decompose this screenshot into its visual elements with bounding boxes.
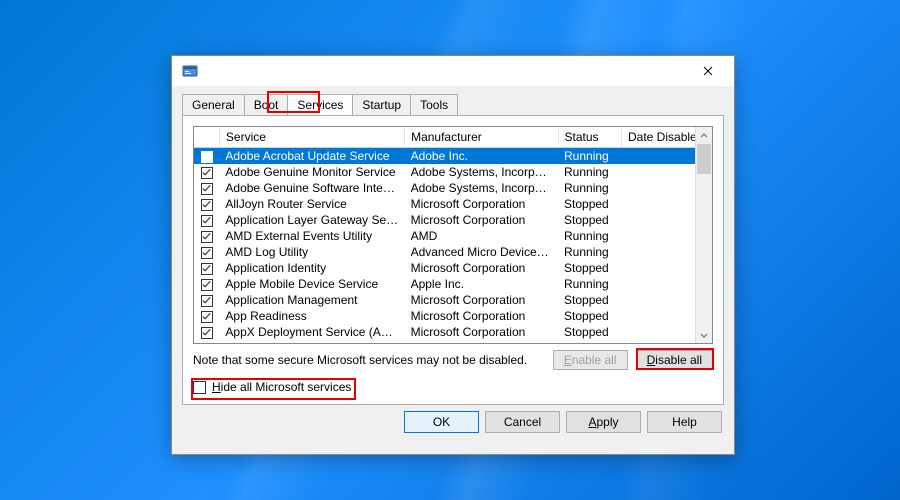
row-manufacturer: Microsoft Corporation: [405, 292, 558, 308]
row-service: Application Layer Gateway Service: [219, 212, 404, 228]
table-row[interactable]: Application ManagementMicrosoft Corporat…: [194, 292, 712, 308]
row-status: Stopped: [558, 292, 621, 308]
row-checkbox[interactable]: [201, 183, 213, 195]
row-service: AMD Log Utility: [219, 244, 404, 260]
tab-startup[interactable]: Startup: [352, 94, 411, 115]
table-row[interactable]: Adobe Genuine Software Integri...Adobe S…: [194, 180, 712, 196]
row-checkbox[interactable]: [201, 231, 213, 243]
row-service: Adobe Genuine Software Integri...: [219, 180, 404, 196]
row-checkbox[interactable]: [201, 247, 213, 259]
apply-button[interactable]: Apply: [566, 411, 641, 433]
row-checkbox[interactable]: [201, 279, 213, 291]
tab-general[interactable]: General: [182, 94, 245, 115]
table-row[interactable]: AppX Deployment Service (AppX...Microsof…: [194, 324, 712, 340]
col-service[interactable]: Service: [219, 127, 404, 148]
row-service: AppX Deployment Service (AppX...: [219, 324, 404, 340]
hide-microsoft-row: Hide all Microsoft services: [193, 380, 713, 394]
row-manufacturer: Microsoft Corporation: [405, 260, 558, 276]
table-row[interactable]: App ReadinessMicrosoft CorporationStoppe…: [194, 308, 712, 324]
row-service: Apple Mobile Device Service: [219, 276, 404, 292]
row-status: Running: [558, 228, 621, 244]
col-manufacturer[interactable]: Manufacturer: [405, 127, 558, 148]
table-row[interactable]: Application Layer Gateway ServiceMicroso…: [194, 212, 712, 228]
hide-microsoft-label[interactable]: Hide all Microsoft services: [212, 380, 351, 394]
note-row: Note that some secure Microsoft services…: [193, 350, 713, 370]
chevron-down-icon: [700, 331, 708, 339]
scroll-down-button[interactable]: [696, 326, 712, 343]
row-manufacturer: Microsoft Corporation: [405, 324, 558, 340]
cancel-button[interactable]: Cancel: [485, 411, 560, 433]
titlebar: [172, 56, 734, 86]
tab-services[interactable]: Services: [287, 94, 353, 115]
ok-button[interactable]: OK: [404, 411, 479, 433]
row-service: Application Management: [219, 292, 404, 308]
row-manufacturer: Adobe Inc.: [405, 148, 558, 165]
row-service: Application Identity: [219, 260, 404, 276]
row-status: Stopped: [558, 196, 621, 212]
row-manufacturer: Microsoft Corporation: [405, 212, 558, 228]
close-button[interactable]: [688, 58, 728, 84]
hide-microsoft-checkbox[interactable]: [193, 381, 206, 394]
services-table: Service Manufacturer Status Date Disable…: [194, 127, 712, 340]
row-checkbox[interactable]: [201, 263, 213, 275]
row-checkbox[interactable]: [201, 311, 213, 323]
row-status: Stopped: [558, 212, 621, 228]
row-service: AllJoyn Router Service: [219, 196, 404, 212]
row-manufacturer: Advanced Micro Devices, I...: [405, 244, 558, 260]
row-status: Running: [558, 164, 621, 180]
row-status: Running: [558, 148, 621, 165]
tab-tools[interactable]: Tools: [410, 94, 458, 115]
scroll-up-button[interactable]: [696, 127, 712, 144]
msconfig-dialog: General Boot Services Startup Tools Serv…: [171, 55, 735, 455]
dialog-buttons: OK Cancel Apply Help: [172, 411, 734, 443]
row-checkbox[interactable]: [201, 199, 213, 211]
table-row[interactable]: Adobe Genuine Monitor ServiceAdobe Syste…: [194, 164, 712, 180]
row-service: Adobe Genuine Monitor Service: [219, 164, 404, 180]
row-status: Stopped: [558, 260, 621, 276]
row-manufacturer: Apple Inc.: [405, 276, 558, 292]
row-manufacturer: Adobe Systems, Incorpora...: [405, 164, 558, 180]
table-row[interactable]: AMD External Events UtilityAMDRunning: [194, 228, 712, 244]
table-row[interactable]: Apple Mobile Device ServiceApple Inc.Run…: [194, 276, 712, 292]
row-service: AMD External Events Utility: [219, 228, 404, 244]
row-manufacturer: Microsoft Corporation: [405, 196, 558, 212]
row-manufacturer: Adobe Systems, Incorpora...: [405, 180, 558, 196]
col-checkbox[interactable]: [194, 127, 219, 148]
close-icon: [703, 66, 713, 76]
row-checkbox[interactable]: [201, 167, 213, 179]
services-panel: Service Manufacturer Status Date Disable…: [182, 115, 724, 405]
enable-all-button: Enable all: [553, 350, 628, 370]
scrollbar[interactable]: [695, 127, 712, 343]
row-status: Stopped: [558, 308, 621, 324]
row-status: Running: [558, 276, 621, 292]
tabs-row: General Boot Services Startup Tools: [172, 86, 734, 115]
services-table-wrap: Service Manufacturer Status Date Disable…: [193, 126, 713, 344]
disable-all-button[interactable]: Disable all: [636, 350, 713, 370]
row-status: Stopped: [558, 324, 621, 340]
chevron-up-icon: [700, 132, 708, 140]
row-manufacturer: Microsoft Corporation: [405, 308, 558, 324]
table-row[interactable]: AllJoyn Router ServiceMicrosoft Corporat…: [194, 196, 712, 212]
row-checkbox[interactable]: [201, 327, 213, 339]
app-icon: [182, 63, 198, 79]
scroll-thumb[interactable]: [697, 144, 711, 174]
row-checkbox[interactable]: [201, 215, 213, 227]
row-service: Adobe Acrobat Update Service: [219, 148, 404, 165]
col-status[interactable]: Status: [558, 127, 621, 148]
row-status: Running: [558, 180, 621, 196]
help-button[interactable]: Help: [647, 411, 722, 433]
row-checkbox[interactable]: [201, 295, 213, 307]
table-row[interactable]: Application IdentityMicrosoft Corporatio…: [194, 260, 712, 276]
row-status: Running: [558, 244, 621, 260]
row-checkbox[interactable]: [201, 151, 213, 163]
table-row[interactable]: AMD Log UtilityAdvanced Micro Devices, I…: [194, 244, 712, 260]
row-service: App Readiness: [219, 308, 404, 324]
row-manufacturer: AMD: [405, 228, 558, 244]
table-row[interactable]: Adobe Acrobat Update ServiceAdobe Inc.Ru…: [194, 148, 712, 165]
note-text: Note that some secure Microsoft services…: [193, 353, 545, 367]
tab-boot[interactable]: Boot: [244, 94, 289, 115]
